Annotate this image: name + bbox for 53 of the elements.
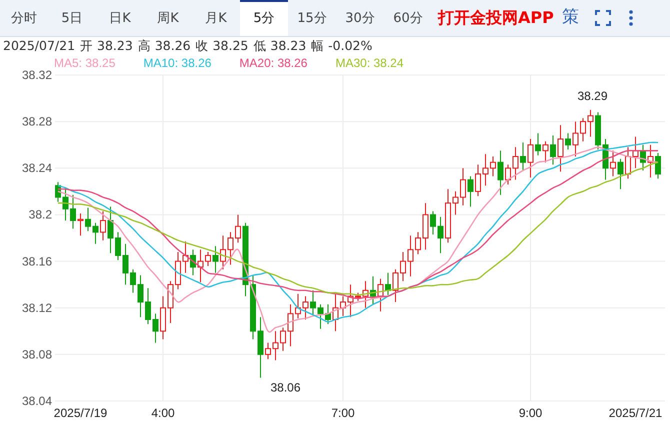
candlestick (542, 140, 548, 163)
candlestick (520, 142, 526, 171)
price-axis-label: 38.08 (22, 347, 52, 362)
candlestick (565, 132, 571, 150)
interval-tab[interactable]: 5日 (48, 0, 96, 36)
time-axis-label: 9:00 (518, 406, 542, 420)
interval-tab[interactable]: 60分 (384, 0, 432, 36)
candlestick (535, 132, 541, 156)
open-app-link[interactable]: 打开金投网APP (438, 0, 554, 36)
quote-field: 高 38.26 (138, 37, 191, 56)
candlestick (468, 176, 474, 208)
candlestick (78, 213, 84, 236)
interval-tab[interactable]: 5分 (240, 0, 288, 36)
interval-tab[interactable]: 月K (192, 0, 240, 36)
price-axis-label: 38.16 (22, 254, 52, 268)
interval-tab[interactable]: 分时 (0, 0, 48, 36)
time-axis-label: 2025/7/19 (54, 406, 108, 420)
candlestick (558, 124, 564, 172)
interval-tab[interactable]: 15分 (288, 0, 336, 36)
moving-average-legend: MA30: 38.24 (335, 54, 404, 72)
interval-tab[interactable]: 30分 (336, 0, 384, 36)
candlestick (610, 150, 616, 177)
candlestick (212, 246, 218, 274)
interval-tab[interactable]: 日K (96, 0, 144, 36)
price-axis-label: 38.12 (22, 300, 52, 315)
quote-field: 开 38.23 (80, 37, 133, 56)
quote-field: 收 38.25 (196, 37, 248, 56)
strategy-button[interactable]: 策 (562, 0, 579, 36)
moving-average-legend: MA20: 38.26 (239, 54, 308, 72)
time-axis-label: 2025/7/21 (608, 406, 662, 420)
time-axis-label: 7:00 (331, 406, 355, 420)
moving-average-legend: MA5: 38.25 (54, 54, 116, 72)
quote-field: 低 38.23 (253, 37, 306, 56)
quote-date: 2025/07/21 (3, 37, 76, 56)
low-price-label: 38.06 (270, 380, 301, 395)
high-price-label: 38.29 (577, 88, 608, 103)
price-axis-label: 38.2 (28, 208, 52, 222)
fullscreen-icon[interactable] (594, 10, 611, 26)
candlestick (528, 138, 534, 178)
moving-average-legend: MA10: 38.26 (143, 54, 212, 72)
price-axis-label: 38.28 (22, 114, 52, 129)
candlestick (550, 135, 556, 166)
price-axis-label: 38.32 (22, 70, 52, 82)
price-axis-label: 38.24 (22, 161, 52, 176)
more-menu-icon[interactable] (628, 10, 633, 26)
interval-tab[interactable]: 周K (144, 0, 192, 36)
candlestick (618, 158, 624, 190)
candlestick (498, 150, 504, 196)
candlestick (655, 152, 661, 180)
quote-field: 幅 -0.02% (311, 37, 372, 56)
price-axis-label: 38.04 (22, 394, 52, 408)
time-axis-label: 4:00 (151, 406, 175, 420)
candlestick (100, 210, 106, 241)
